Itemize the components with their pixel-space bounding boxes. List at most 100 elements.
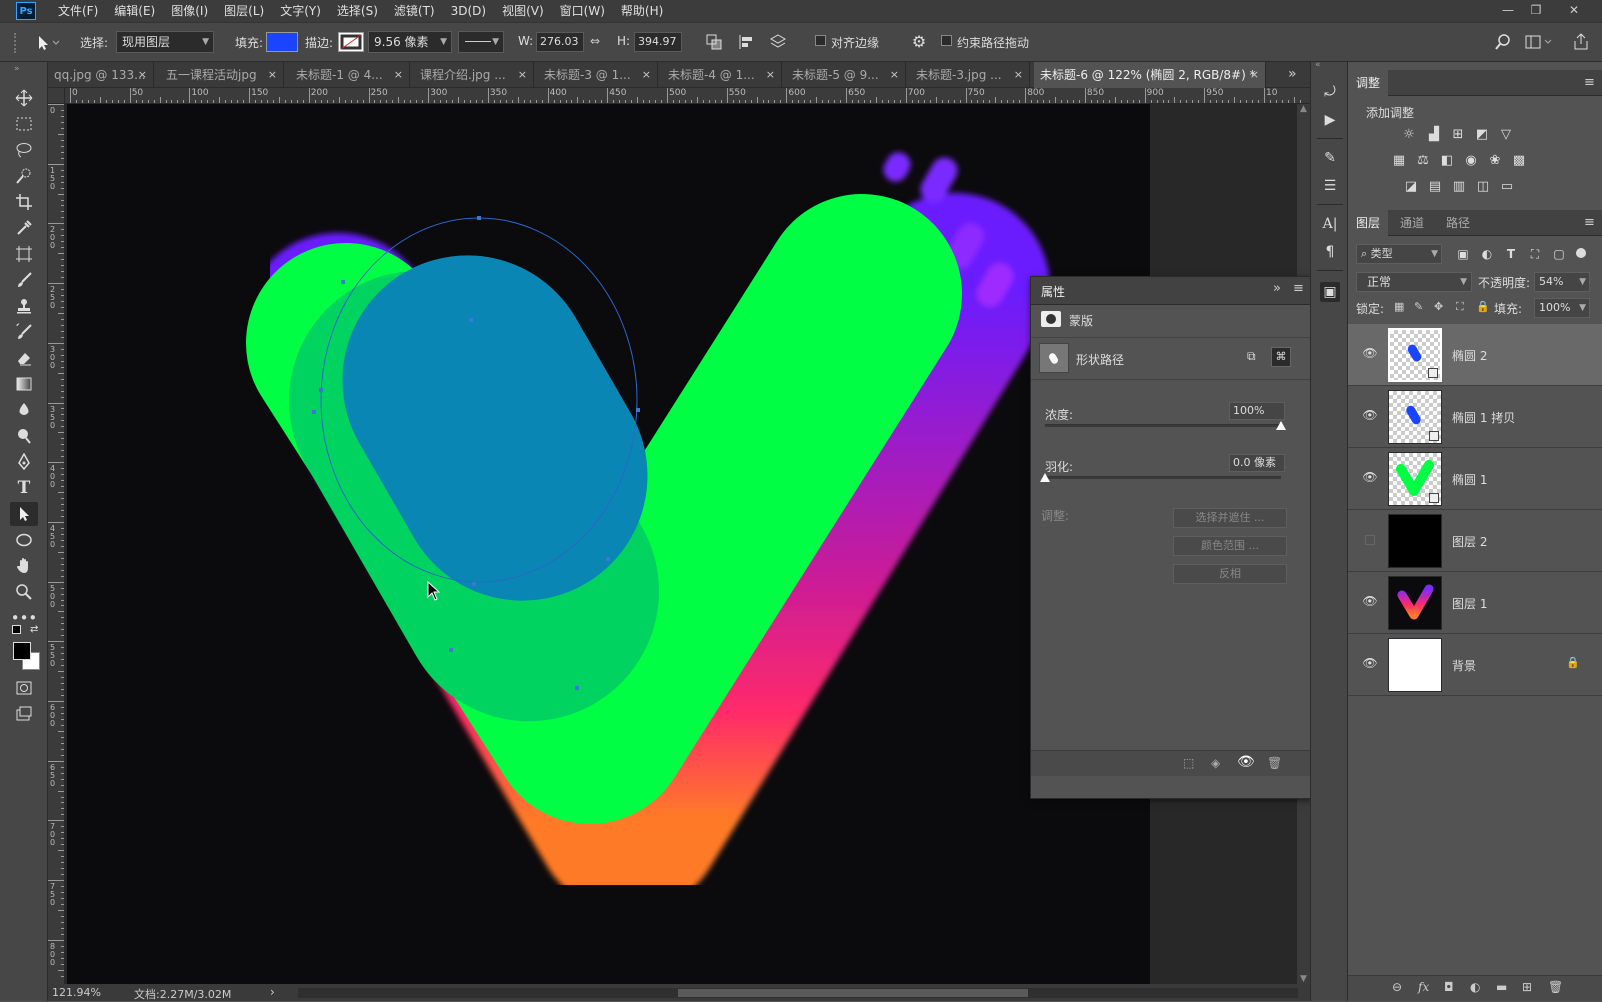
marquee-tool-icon[interactable]: [10, 112, 38, 136]
tab-qq-jpg[interactable]: qq.jpg @ 133... ×: [48, 62, 154, 88]
layer-2[interactable]: 图层 2: [1348, 510, 1602, 572]
horizontal-scrollbar[interactable]: [298, 988, 1298, 998]
path-selection-tool-preset-icon[interactable]: [30, 32, 64, 54]
layer-style-icon[interactable]: fx: [1418, 980, 1429, 994]
layer-ellipse-1[interactable]: 👁 椭圆 1: [1348, 448, 1602, 510]
brightness-icon[interactable]: ☼: [1400, 126, 1418, 142]
hidden-eye-box[interactable]: [1365, 535, 1375, 545]
select-mask-button-icon[interactable]: ⧉: [1247, 349, 1263, 365]
select-and-mask-button[interactable]: 选择并遮住 ...: [1173, 508, 1287, 528]
filter-toggle-icon[interactable]: [1576, 248, 1586, 258]
lock-transparent-icon[interactable]: ▦: [1394, 300, 1404, 313]
invert-icon[interactable]: ◪: [1402, 178, 1420, 194]
levels-icon[interactable]: ▟: [1425, 126, 1443, 142]
screen-mode-icon[interactable]: [10, 702, 38, 726]
dodge-tool-icon[interactable]: [10, 424, 38, 448]
swap-colors-icon[interactable]: ⇄: [30, 624, 38, 635]
tab-channels[interactable]: 通道: [1392, 210, 1432, 236]
opacity-input[interactable]: 54% ▼: [1534, 272, 1590, 292]
close-window-button[interactable]: ✕: [1560, 0, 1588, 22]
share-icon[interactable]: [1572, 32, 1590, 52]
path-alignment-icon[interactable]: [738, 33, 756, 51]
exposure-icon[interactable]: ◩: [1473, 126, 1491, 142]
tab-untitled-4[interactable]: 未标题-4 @ 1... ×: [662, 62, 782, 88]
lock-position-icon[interactable]: ✥: [1434, 300, 1443, 313]
eyedropper-tool-icon[interactable]: [10, 216, 38, 240]
menu-window[interactable]: 窗口(W): [552, 0, 613, 22]
eye-icon[interactable]: 👁: [1237, 754, 1255, 770]
tab-paths[interactable]: 路径: [1438, 210, 1478, 236]
ruler-origin[interactable]: [48, 88, 65, 104]
stamp-tool-icon[interactable]: [10, 294, 38, 318]
link-icon[interactable]: ⇔: [590, 34, 600, 48]
path-arrangement-icon[interactable]: [768, 33, 788, 51]
foreground-color-swatch[interactable]: [13, 642, 31, 660]
close-icon[interactable]: ×: [1250, 62, 1259, 88]
properties-panel-icon[interactable]: ▣: [1320, 282, 1340, 302]
tab-layers[interactable]: 图层: [1348, 210, 1389, 236]
layer-background[interactable]: 👁 背景 🔒: [1348, 634, 1602, 696]
color-balance-icon[interactable]: ⚖: [1414, 152, 1432, 168]
tab-untitled-3[interactable]: 未标题-3 @ 1... ×: [538, 62, 658, 88]
color-lookup-icon[interactable]: ▩: [1510, 152, 1528, 168]
tab-untitled-3-jpg[interactable]: 未标题-3.jpg ... ×: [910, 62, 1030, 88]
adjustments-panel-icon[interactable]: ☰: [1320, 176, 1340, 196]
eye-icon[interactable]: 👁: [1362, 346, 1378, 362]
color-range-button[interactable]: 颜色范围 ...: [1173, 536, 1287, 556]
close-icon[interactable]: ×: [766, 62, 775, 88]
menu-view[interactable]: 视图(V): [494, 0, 552, 22]
menu-layer[interactable]: 图层(L): [216, 0, 272, 22]
gradient-tool-icon[interactable]: [10, 372, 38, 396]
vector-mask-button-icon[interactable]: ⌘: [1271, 347, 1291, 367]
curves-icon[interactable]: ⊞: [1449, 126, 1467, 142]
filter-type-icon[interactable]: T: [1502, 246, 1520, 262]
channel-mixer-icon[interactable]: ❀: [1486, 152, 1504, 168]
tab-wuyi-course[interactable]: 五一课程活动jpg ×: [160, 62, 284, 88]
move-tool-icon[interactable]: [10, 86, 38, 110]
scroll-down-icon[interactable]: ▼: [1300, 974, 1307, 984]
hand-tool-icon[interactable]: [10, 554, 38, 578]
apply-mask-icon[interactable]: ◈: [1211, 756, 1220, 770]
threshold-icon[interactable]: ▥: [1450, 178, 1468, 194]
new-layer-icon[interactable]: ⊞: [1522, 980, 1532, 994]
density-slider[interactable]: [1045, 424, 1281, 427]
constrain-path-checkbox[interactable]: [941, 35, 952, 46]
close-icon[interactable]: ×: [268, 62, 277, 88]
layer-ellipse-2[interactable]: 👁 椭圆 2: [1348, 324, 1602, 386]
tabs-overflow-icon[interactable]: »: [1288, 66, 1297, 82]
menu-file[interactable]: 文件(F): [50, 0, 106, 22]
document-canvas[interactable]: [67, 104, 1150, 984]
history-brush-tool-icon[interactable]: [10, 320, 38, 344]
gear-icon[interactable]: ⚙: [910, 33, 928, 51]
lock-artboard-icon[interactable]: ⛶: [1456, 300, 1464, 314]
tab-untitled-6-active[interactable]: 未标题-6 @ 122% (椭圆 2, RGB/8#) * ×: [1034, 62, 1266, 88]
width-input[interactable]: 276.03: [536, 32, 584, 52]
lock-pixels-icon[interactable]: ✎: [1414, 300, 1423, 313]
filter-adjustment-icon[interactable]: ◐: [1478, 246, 1496, 262]
workspace-icon[interactable]: [1524, 33, 1554, 51]
quick-selection-tool-icon[interactable]: [10, 164, 38, 188]
toolbar-collapse-icon[interactable]: »: [14, 64, 20, 74]
horizontal-scrollbar-thumb[interactable]: [678, 989, 1028, 997]
zoom-tool-icon[interactable]: [10, 580, 38, 604]
invert-button[interactable]: 反相: [1173, 564, 1287, 584]
gradient-map-icon[interactable]: ▭: [1498, 178, 1516, 194]
path-selection-tool-icon[interactable]: [10, 502, 38, 526]
search-icon[interactable]: [1494, 33, 1512, 51]
pen-tool-icon[interactable]: [10, 450, 38, 474]
eraser-tool-icon[interactable]: [10, 346, 38, 370]
add-mask-icon[interactable]: ◘: [1444, 980, 1454, 994]
type-tool-icon[interactable]: T: [10, 476, 38, 500]
eye-icon[interactable]: 👁: [1362, 408, 1378, 424]
feather-slider[interactable]: [1045, 476, 1281, 479]
load-selection-icon[interactable]: ⬚: [1183, 756, 1194, 770]
lock-all-icon[interactable]: 🔒: [1476, 300, 1490, 313]
feather-slider-thumb[interactable]: [1040, 473, 1050, 482]
layer-filter-dropdown[interactable]: ⌕ 类型 ▼: [1356, 244, 1442, 264]
posterize-icon[interactable]: ▤: [1426, 178, 1444, 194]
character-panel-icon[interactable]: A|: [1320, 214, 1340, 234]
restore-button[interactable]: ❐: [1522, 0, 1550, 22]
panel-expand-icon[interactable]: »: [1273, 281, 1281, 296]
height-input[interactable]: 394.97: [634, 32, 682, 52]
path-operations-icon[interactable]: [705, 33, 723, 51]
